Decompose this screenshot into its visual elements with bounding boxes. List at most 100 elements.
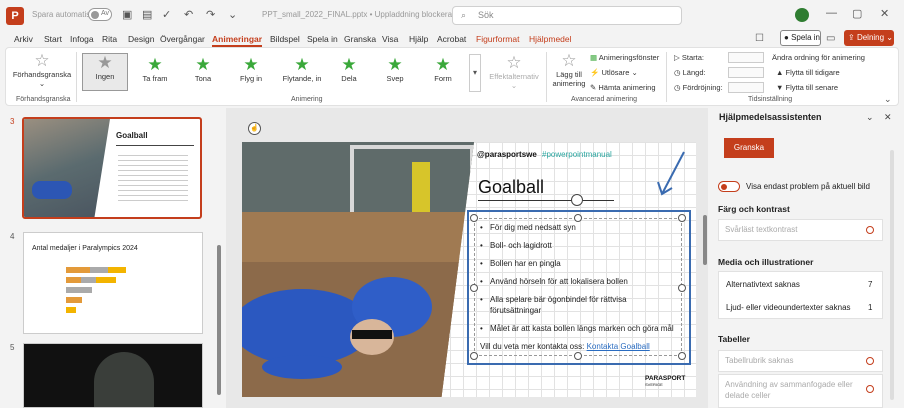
thumb-title-line bbox=[116, 145, 194, 146]
tab-bildspel[interactable]: Bildspel bbox=[270, 34, 300, 44]
minimize-icon[interactable]: — bbox=[826, 7, 837, 19]
record-button[interactable]: ● Spela in bbox=[780, 30, 821, 46]
warning-icon bbox=[866, 357, 874, 365]
resize-handle[interactable] bbox=[470, 284, 478, 292]
thumbnail-scrollbar[interactable] bbox=[217, 245, 221, 395]
resize-handle[interactable] bbox=[574, 352, 582, 360]
canvas-scrollbar[interactable] bbox=[703, 215, 707, 265]
resize-handle[interactable] bbox=[470, 352, 478, 360]
animation-fade[interactable]: ★ Tona bbox=[180, 56, 226, 84]
duration-input[interactable] bbox=[728, 67, 764, 78]
section-heading-media: Media och illustrationer bbox=[718, 257, 814, 267]
thumbnail-slide-3[interactable]: Goalball bbox=[22, 117, 202, 219]
footer-link[interactable]: Kontakta Goalball bbox=[587, 342, 650, 351]
tab-figurformat[interactable]: Figurformat bbox=[476, 34, 519, 44]
issue-label: Tabellrubrik saknas bbox=[725, 356, 794, 365]
tab-design[interactable]: Design bbox=[128, 34, 154, 44]
tab-animeringar[interactable]: Animeringar bbox=[212, 34, 263, 47]
tab-acrobat[interactable]: Acrobat bbox=[437, 34, 466, 44]
animation-fly-in[interactable]: ★ Flyg in bbox=[228, 56, 274, 84]
move-later-label: Flytta till senare bbox=[785, 83, 839, 92]
close-pane-icon[interactable]: ✕ bbox=[884, 112, 892, 123]
add-animation-button[interactable]: ☆ Lägg till animering bbox=[546, 51, 592, 89]
tab-hjalpmedel[interactable]: Hjälpmedel bbox=[529, 34, 572, 44]
tab-rita[interactable]: Rita bbox=[102, 34, 117, 44]
thumb-bar bbox=[66, 267, 126, 273]
tab-visa[interactable]: Visa bbox=[382, 34, 398, 44]
share-button[interactable]: ⇪ Delning ⌄ bbox=[844, 30, 894, 46]
thumbnail-slide-4[interactable]: Antal medaljer i Paralympics 2024 bbox=[23, 232, 203, 334]
bullet-list[interactable]: För dig med nedsatt syn Boll- och lagidr… bbox=[478, 222, 678, 341]
comment-icon[interactable]: ☐ bbox=[755, 33, 764, 44]
tab-overgangar[interactable]: Övergångar bbox=[160, 34, 205, 44]
animation-none-label: Ingen bbox=[95, 72, 115, 81]
issue-row[interactable]: Svårläst textkontrast bbox=[718, 219, 883, 241]
pointer-tool-icon[interactable]: ☝ bbox=[248, 122, 261, 135]
animation-float-in[interactable]: ★ Flytande, in bbox=[276, 56, 328, 84]
effect-options-button[interactable]: ☆ Effektalternativ ⌄ bbox=[484, 54, 544, 91]
trigger-button[interactable]: ⚡ Utlösare ⌄ bbox=[590, 68, 638, 77]
move-later-button[interactable]: ▼ Flytta till senare bbox=[776, 83, 838, 92]
resize-handle[interactable] bbox=[574, 214, 582, 222]
animation-wipe[interactable]: ★ Svep bbox=[372, 56, 418, 84]
issue-label[interactable]: Alternativtext saknas bbox=[726, 280, 800, 289]
search-input[interactable]: ⌕ Sök bbox=[452, 6, 682, 25]
animation-pane-button[interactable]: ▦ Animeringsfönster bbox=[590, 53, 659, 62]
collapse-ribbon-icon[interactable]: ⌄ bbox=[884, 94, 892, 105]
issue-row[interactable]: Tabellrubrik saknas bbox=[718, 350, 883, 372]
animation-shape[interactable]: ★ Form bbox=[420, 55, 466, 84]
move-earlier-button[interactable]: ▲ Flytta till tidigare bbox=[776, 68, 840, 77]
start-select[interactable] bbox=[728, 52, 764, 63]
avatar[interactable] bbox=[795, 8, 809, 22]
resize-handle[interactable] bbox=[678, 352, 686, 360]
slideshow-icon[interactable]: ▤ bbox=[142, 8, 152, 21]
rotate-handle[interactable] bbox=[571, 194, 583, 206]
pane-scrollbar[interactable] bbox=[890, 150, 894, 400]
bullet-item: Alla spelare bär ögonbindel för rättvisa… bbox=[478, 294, 678, 316]
issue-label[interactable]: Ljud- eller videoundertexter saknas bbox=[726, 303, 851, 312]
section-heading-color: Färg och kontrast bbox=[718, 204, 790, 214]
issue-count: 1 bbox=[868, 303, 873, 312]
logo-subtext: SVERIGE bbox=[645, 382, 663, 387]
tab-infoga[interactable]: Infoga bbox=[70, 34, 94, 44]
bullet-item: Bollen har en pingla bbox=[478, 258, 678, 269]
animation-pane-label: Animeringsfönster bbox=[598, 53, 660, 62]
review-button[interactable]: Granska bbox=[724, 138, 774, 158]
resize-handle[interactable] bbox=[470, 214, 478, 222]
thumb-figure bbox=[94, 352, 154, 407]
resize-handle[interactable] bbox=[678, 284, 686, 292]
warning-icon bbox=[866, 385, 874, 393]
chevron-down-icon[interactable]: ⌄ bbox=[866, 112, 874, 123]
maximize-icon[interactable]: ▢ bbox=[852, 7, 862, 20]
tab-arkiv[interactable]: Arkiv bbox=[14, 34, 33, 44]
check-icon[interactable]: ✓ bbox=[162, 8, 171, 21]
redo-icon[interactable]: ↷ bbox=[206, 8, 215, 21]
animation-none[interactable]: ★ Ingen bbox=[82, 53, 128, 91]
preview-button[interactable]: ☆ Förhandsgranska ⌄ bbox=[12, 52, 72, 89]
thumbnail-slide-5[interactable] bbox=[23, 343, 203, 408]
save-icon[interactable]: ▣ bbox=[122, 8, 132, 21]
gallery-more-button[interactable]: ▾ bbox=[469, 54, 481, 92]
issue-row[interactable]: Användning av sammanfogade eller delade … bbox=[718, 374, 883, 408]
undo-icon[interactable]: ↶ bbox=[184, 8, 193, 21]
tab-start[interactable]: Start bbox=[44, 34, 62, 44]
tab-spela-in[interactable]: Spela in bbox=[307, 34, 338, 44]
close-icon[interactable]: ✕ bbox=[880, 7, 889, 20]
animation-painter-button[interactable]: ✎ Hämta animering bbox=[590, 83, 656, 92]
lightning-icon: ⚡ bbox=[590, 68, 600, 77]
thumb-bar bbox=[66, 307, 76, 313]
animation-split[interactable]: ★ Dela bbox=[326, 56, 372, 84]
delay-input[interactable] bbox=[728, 82, 764, 93]
meeting-icon[interactable]: ▭ bbox=[826, 33, 835, 44]
footer-text: Vill du veta mer kontakta oss: bbox=[480, 342, 585, 351]
file-name: PPT_small_2022_FINAL.pptx • Uppladdning … bbox=[262, 10, 457, 19]
resize-handle[interactable] bbox=[678, 214, 686, 222]
shape-star-icon: ★ bbox=[435, 55, 451, 74]
add-animation-icon: ☆ bbox=[561, 51, 577, 70]
tab-hjalp[interactable]: Hjälp bbox=[409, 34, 428, 44]
customize-toolbar-icon[interactable]: ⌄ bbox=[228, 8, 237, 21]
tab-granska[interactable]: Granska bbox=[344, 34, 376, 44]
animation-painter-label: Hämta animering bbox=[598, 83, 656, 92]
animation-appear[interactable]: ★ Ta fram bbox=[132, 56, 178, 84]
slide-title[interactable]: Goalball bbox=[478, 177, 544, 198]
